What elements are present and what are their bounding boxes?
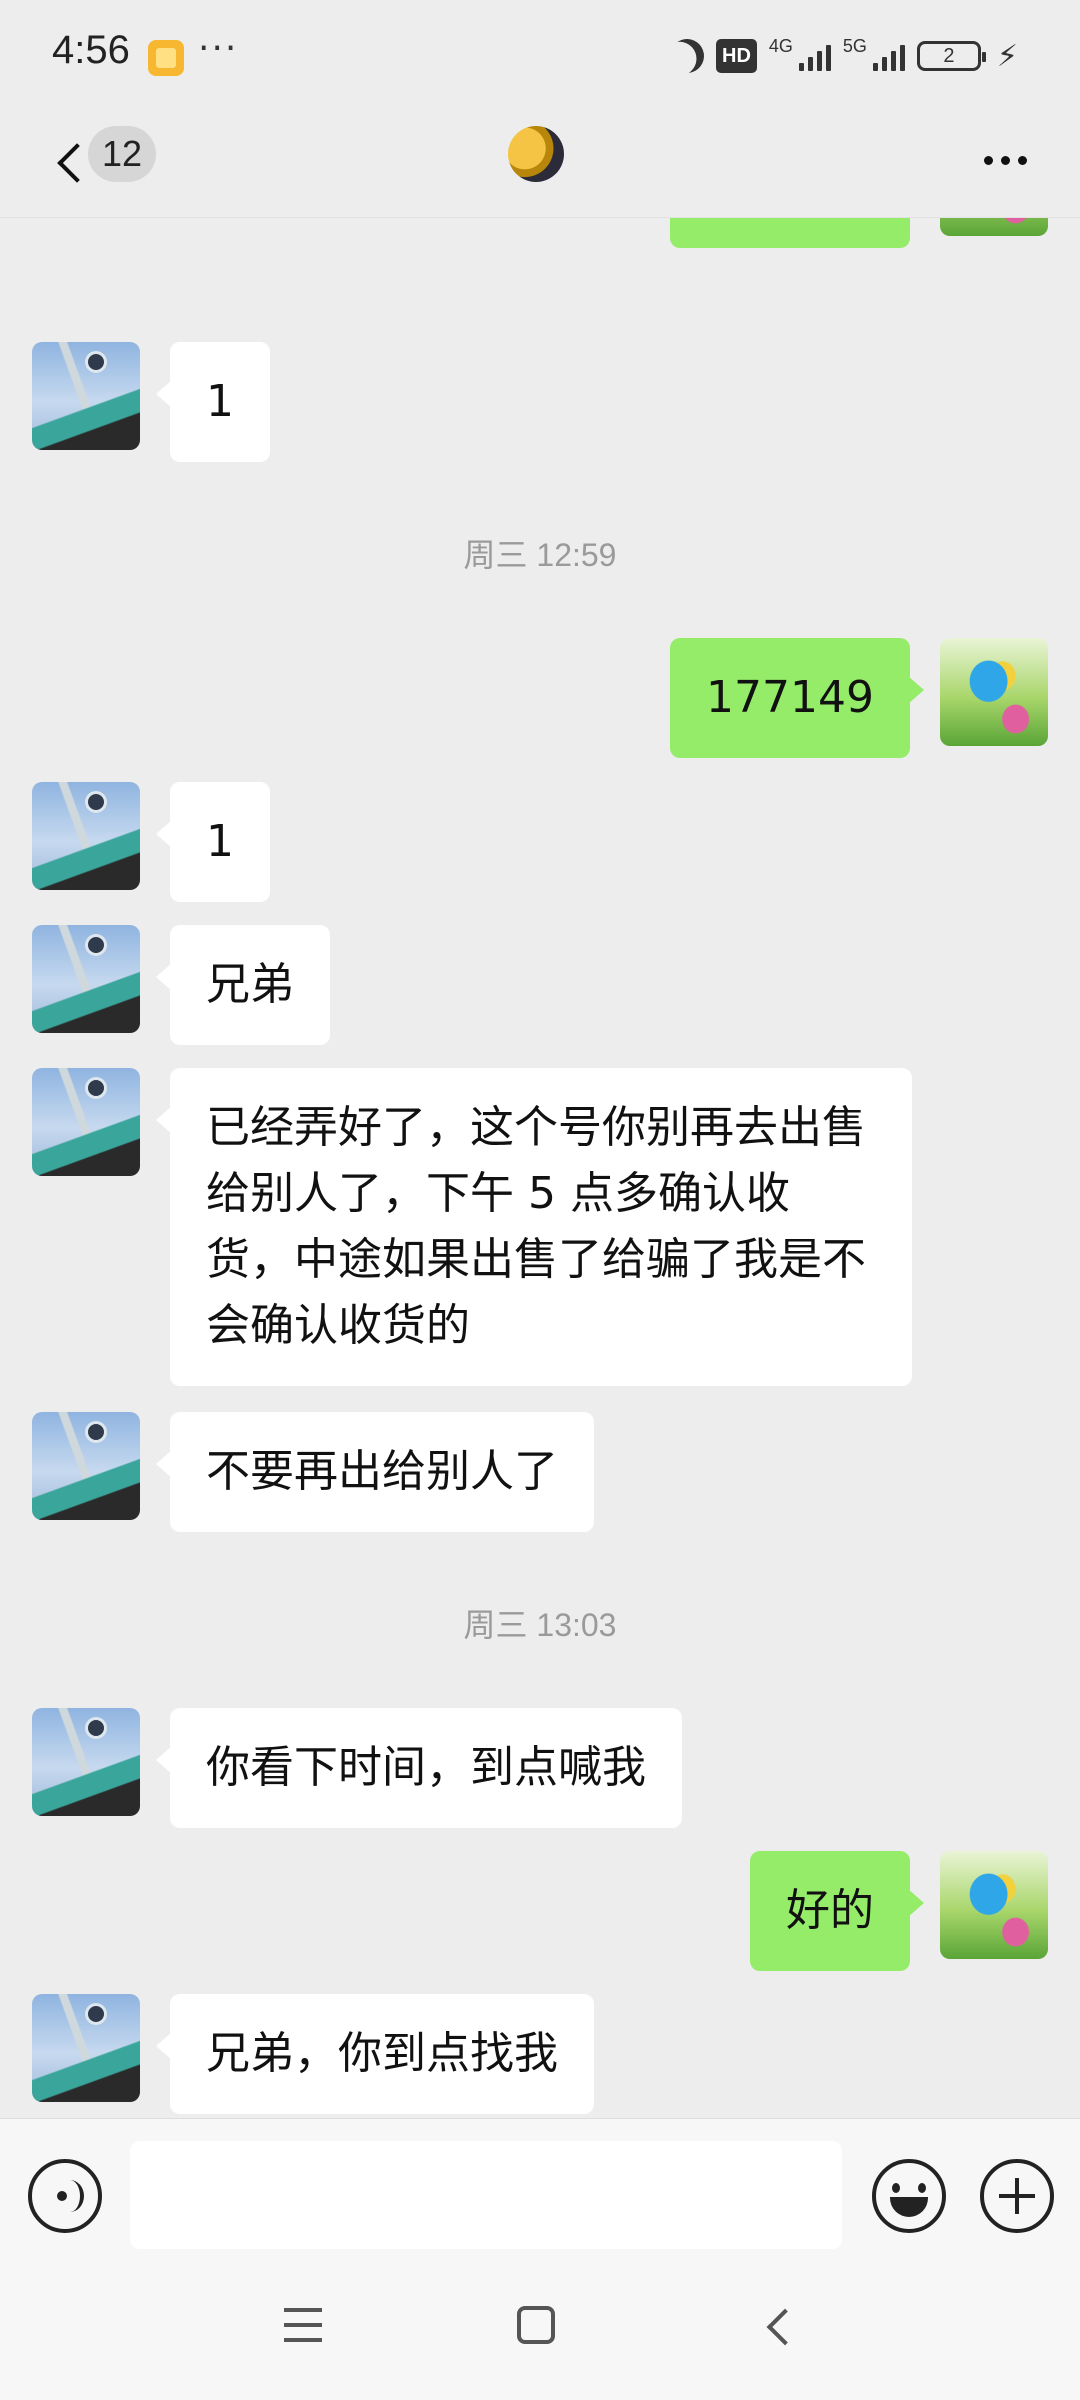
my-avatar[interactable] xyxy=(940,1851,1048,1959)
contact-message-bubble[interactable]: 你看下时间，到点喊我 xyxy=(156,1708,682,1828)
system-nav-bar xyxy=(0,2250,1080,2400)
my-avatar[interactable] xyxy=(940,218,1048,236)
status-bar: 4:56 ··· HD 4G 5G 2 ⚡ xyxy=(0,0,1080,110)
emoji-icon[interactable] xyxy=(872,2159,946,2233)
contact-avatar[interactable] xyxy=(32,925,140,1033)
contact-message-bubble[interactable]: 兄弟 xyxy=(156,925,330,1045)
charging-icon: ⚡ xyxy=(996,38,1018,74)
status-time: 4:56 xyxy=(52,28,130,72)
message-input[interactable] xyxy=(130,2141,842,2249)
signal-4g-icon xyxy=(798,41,831,71)
my-message-bubble[interactable]: 好的 xyxy=(750,1851,924,1971)
more-actions-plus-icon[interactable] xyxy=(980,2159,1054,2233)
contact-avatar[interactable] xyxy=(32,1994,140,2102)
my-avatar[interactable] xyxy=(940,638,1048,746)
status-indicators: HD 4G 5G 2 ⚡ xyxy=(670,34,1018,78)
my-message-bubble[interactable]: 618185 xyxy=(670,218,910,248)
unread-count-badge[interactable]: 12 xyxy=(88,126,157,182)
recent-apps-icon[interactable] xyxy=(284,2308,322,2342)
network-4g-label: 4G xyxy=(768,36,793,56)
timestamp: 周三 12:59 xyxy=(463,537,617,573)
contact-avatar[interactable] xyxy=(32,1068,140,1176)
voice-input-icon[interactable] xyxy=(28,2159,102,2233)
network-5g-label: 5G xyxy=(842,36,867,56)
more-options-icon[interactable] xyxy=(970,130,1040,190)
signal-5g-icon xyxy=(872,41,905,71)
contact-avatar[interactable] xyxy=(32,1412,140,1520)
contact-message-bubble[interactable]: 1 xyxy=(156,782,270,902)
do-not-disturb-icon xyxy=(665,34,709,78)
input-bar xyxy=(0,2118,1080,2250)
message-list[interactable]: 618185 1 周三 12:59 177149 1 兄弟 已经弄好了，这个号你… xyxy=(0,218,1080,2118)
my-message-bubble[interactable]: 177149 xyxy=(670,638,924,758)
contact-avatar[interactable] xyxy=(32,782,140,890)
contact-message-bubble[interactable]: 不要再出给别人了 xyxy=(156,1412,594,1532)
timestamp: 周三 13:03 xyxy=(463,1607,617,1643)
chat-header: 12 xyxy=(0,110,1080,218)
home-icon[interactable] xyxy=(517,2306,555,2344)
hd-voice-badge: HD xyxy=(716,39,757,73)
contact-avatar[interactable] xyxy=(508,126,564,182)
more-notifications-icon: ··· xyxy=(198,28,239,69)
contact-message-bubble[interactable]: 1 xyxy=(156,342,270,462)
contact-message-bubble[interactable]: 兄弟，你到点找我 xyxy=(156,1994,594,2114)
contact-message-bubble[interactable]: 已经弄好了，这个号你别再去出售给别人了，下午 5 点多确认收货，中途如果出售了给… xyxy=(156,1068,912,1386)
contact-avatar[interactable] xyxy=(32,342,140,450)
nav-back-icon[interactable] xyxy=(760,2308,800,2348)
battery-icon: 2 xyxy=(916,41,986,71)
contact-avatar[interactable] xyxy=(32,1708,140,1816)
notes-app-icon xyxy=(148,40,184,76)
